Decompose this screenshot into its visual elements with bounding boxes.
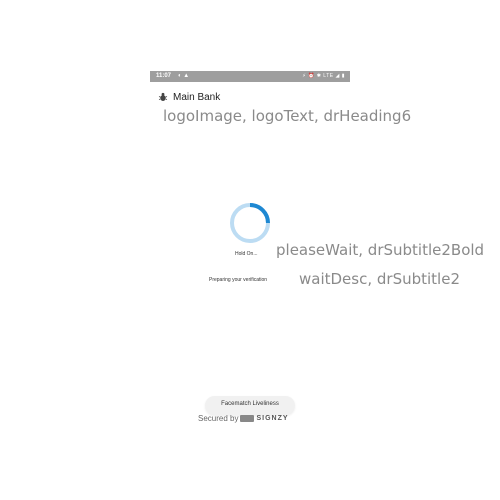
annotation-please-wait: pleaseWait, drSubtitle2Bold <box>276 241 485 259</box>
status-right-icons: ⚡ ⏰ ✱ LTE ◢ ▮ <box>302 73 345 79</box>
secured-by: Secured by SIGNZY <box>198 412 289 424</box>
app-title: Main Bank <box>173 91 221 103</box>
secured-by-text: Secured by <box>198 413 239 423</box>
warning-icon: ▲ <box>183 73 190 79</box>
bug-icon <box>158 92 168 101</box>
status-bar: 11:07 ◐ ▲ ⚡ ⏰ ✱ LTE ◢ ▮ <box>150 71 350 82</box>
loading-spinner <box>230 203 270 243</box>
sync-icon: ◐ <box>178 73 182 79</box>
annotation-logo: logoImage, logoText, drHeading6 <box>163 107 412 125</box>
wait-description-text: Preparing your verification <box>209 277 268 283</box>
signzy-logo-icon <box>240 414 255 422</box>
please-wait-text: Hold On... <box>235 251 258 257</box>
status-left-icons: ◐ ▲ <box>178 71 189 82</box>
app-bar: Main Bank <box>157 90 220 104</box>
annotation-wait-desc: waitDesc, drSubtitle2 <box>299 270 460 288</box>
status-time: 11:07 <box>156 73 172 79</box>
brand-name: SIGNZY <box>256 414 289 422</box>
facematch-liveliness-label: Facematch Liveliness <box>221 401 279 407</box>
